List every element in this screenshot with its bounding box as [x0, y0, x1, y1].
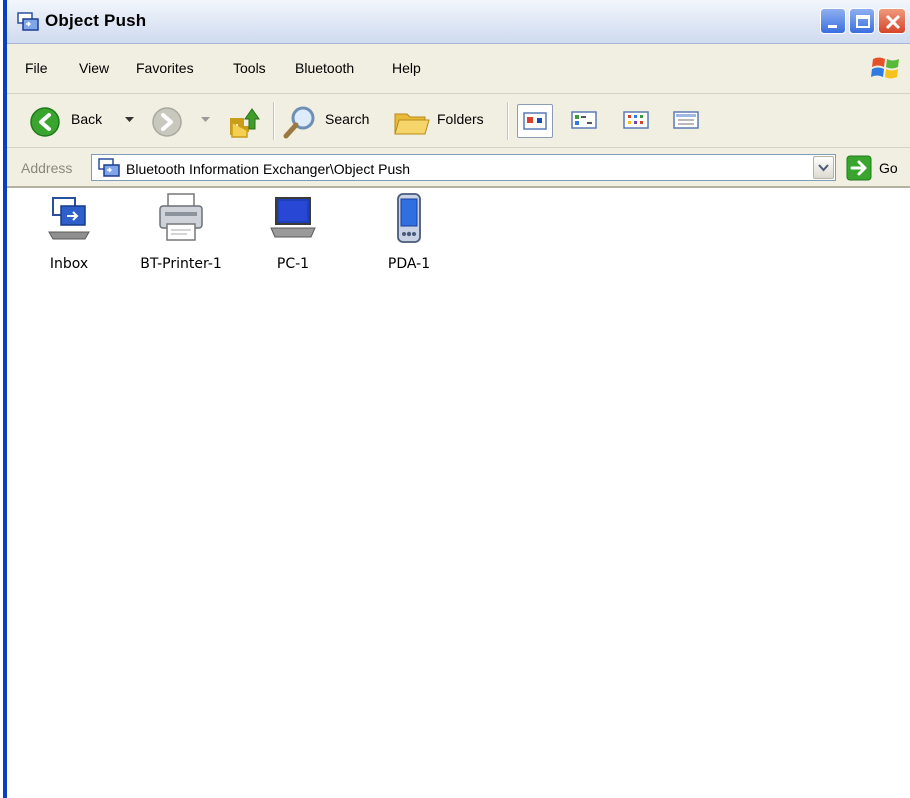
search-button[interactable]: Search: [283, 94, 383, 148]
folders-label: Folders: [437, 111, 484, 127]
back-button[interactable]: Back: [21, 94, 139, 148]
view-icons-button[interactable]: [517, 104, 553, 138]
close-icon: [885, 14, 901, 30]
view-tiles-icon: [571, 111, 597, 129]
search-icon: [283, 106, 315, 139]
pc-item[interactable]: PC-1: [245, 192, 341, 282]
address-value: Bluetooth Information Exchanger\Object P…: [126, 161, 411, 177]
pda-item[interactable]: PDA-1: [361, 192, 457, 282]
address-dropdown-button[interactable]: [813, 156, 834, 179]
view-details-button[interactable]: [669, 104, 705, 138]
folders-button[interactable]: Folders: [393, 94, 497, 148]
up-folder-icon: [230, 108, 260, 138]
address-input[interactable]: Bluetooth Information Exchanger\Object P…: [91, 154, 836, 181]
go-button[interactable]: Go: [879, 160, 898, 176]
maximize-icon: [856, 15, 870, 28]
forward-button[interactable]: [147, 94, 219, 148]
minimize-icon: [828, 25, 837, 28]
menu-bluetooth[interactable]: Bluetooth: [295, 60, 354, 76]
up-folder-button[interactable]: [225, 94, 265, 148]
back-arrow-icon: [30, 107, 60, 137]
item-label: PC-1: [276, 256, 310, 272]
maximize-button[interactable]: [849, 8, 875, 34]
chevron-down-icon[interactable]: [125, 117, 134, 123]
printer-icon: [159, 193, 203, 241]
view-list-button[interactable]: [619, 104, 655, 138]
chevron-down-icon[interactable]: [201, 117, 210, 123]
minimize-button[interactable]: [820, 8, 846, 34]
standard-toolbar: Back Search Folders: [7, 94, 910, 148]
go-arrow-icon[interactable]: [846, 155, 872, 181]
bt-printer-item[interactable]: BT-Printer-1: [133, 192, 229, 282]
toolbar-separator: [507, 102, 509, 140]
toolbar-separator: [273, 102, 275, 140]
bluetooth-exchange-icon: [98, 158, 120, 177]
menu-view[interactable]: View: [79, 60, 109, 76]
explorer-window: Object Push File View Favorites Tools Bl…: [3, 0, 910, 798]
title-bar[interactable]: Object Push: [7, 0, 910, 44]
view-thumbnails-icon: [623, 111, 649, 129]
chevron-down-icon: [818, 164, 829, 172]
folders-icon: [394, 113, 430, 135]
item-label: PDA-1: [387, 256, 431, 272]
forward-arrow-icon: [152, 107, 182, 137]
inbox-icon: [48, 197, 90, 240]
pda-icon: [397, 193, 421, 243]
search-label: Search: [325, 111, 370, 127]
view-tiles-button[interactable]: [567, 104, 603, 138]
bluetooth-exchange-icon: [17, 12, 39, 31]
view-details-icon: [673, 111, 699, 129]
item-label: Inbox: [49, 256, 89, 272]
item-label: BT-Printer-1: [140, 256, 222, 272]
close-button[interactable]: [878, 8, 906, 34]
menu-tools[interactable]: Tools: [233, 60, 266, 76]
window-title: Object Push: [45, 11, 147, 30]
file-view[interactable]: Inbox BT-Printer-1 PC-1 PDA-1: [7, 188, 910, 798]
laptop-icon: [270, 197, 316, 238]
menu-file[interactable]: File: [25, 60, 48, 76]
menu-help[interactable]: Help: [392, 60, 421, 76]
menu-bar: File View Favorites Tools Bluetooth Help: [7, 44, 910, 94]
address-label: Address: [21, 160, 73, 176]
inbox-item[interactable]: Inbox: [21, 192, 117, 282]
address-bar: Address Bluetooth Information Exchanger\…: [7, 148, 910, 188]
view-icons-icon: [523, 112, 547, 130]
back-label: Back: [71, 111, 103, 127]
menu-favorites[interactable]: Favorites: [136, 60, 194, 76]
windows-logo-icon: [871, 57, 899, 79]
